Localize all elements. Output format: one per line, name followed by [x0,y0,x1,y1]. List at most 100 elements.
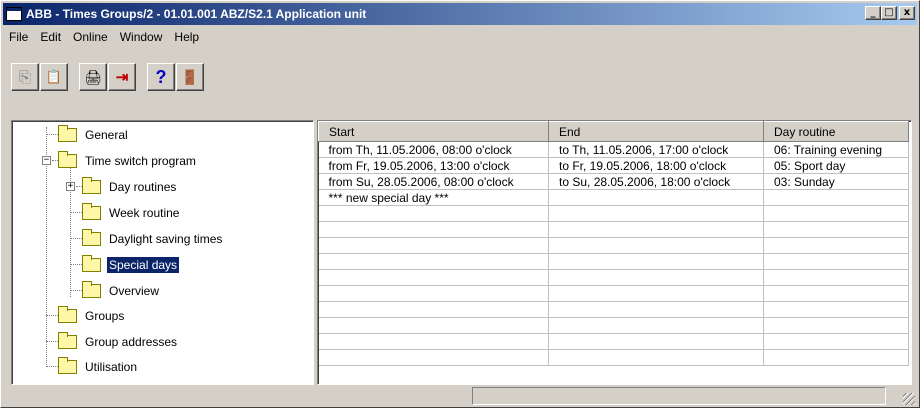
tree-item-label: General [85,128,128,142]
paste-button[interactable]: 📋 [40,63,68,91]
table-cell[interactable] [548,301,764,318]
title-bar[interactable]: ABB - Times Groups/2 - 01.01.001 ABZ/S2.… [3,3,917,25]
table-row[interactable] [318,333,909,350]
close-button[interactable]: x [899,6,915,20]
menu-help[interactable]: Help [168,30,205,44]
table-cell[interactable]: from Fr, 19.05.2006, 13:00 o'clock [318,157,549,174]
menu-online[interactable]: Online [67,30,114,44]
maximize-button[interactable]: □ [881,6,897,20]
table-row[interactable]: from Th, 11.05.2006, 08:00 o'clock to Th,… [318,141,909,158]
copy-icon: ⎘ [18,68,31,86]
table-cell[interactable] [763,301,909,318]
table-cell[interactable] [763,333,909,350]
table-row[interactable] [318,237,909,254]
column-header-end[interactable]: End [548,121,764,142]
table-cell[interactable]: 06: Training evening [763,141,909,158]
table-row[interactable] [318,317,909,334]
table-cell[interactable] [763,189,909,206]
table-cell[interactable] [763,205,909,222]
tree-line [70,290,82,291]
table-cell[interactable]: to Su, 28.05.2006, 18:00 o'clock [548,173,764,190]
table-cell[interactable] [318,317,549,334]
tree-item-group-addresses[interactable]: Group addresses [58,332,179,352]
table-cell[interactable] [548,317,764,334]
table-cell[interactable]: 03: Sunday [763,173,909,190]
table-cell[interactable]: *** new special day *** [318,189,549,206]
column-header-day-routine[interactable]: Day routine [763,121,909,142]
table-row[interactable]: from Fr, 19.05.2006, 13:00 o'clock to Fr,… [318,157,909,174]
print-button[interactable]: 🖨 [79,63,107,91]
table-cell[interactable] [763,237,909,254]
tree-item-general[interactable]: General [58,125,130,145]
table-cell[interactable] [763,221,909,238]
menu-file[interactable]: File [3,30,34,44]
table-cell[interactable] [548,333,764,350]
table-cell[interactable] [318,333,549,350]
status-pane [472,387,886,405]
table-cell[interactable] [548,285,764,302]
table-cell[interactable] [548,221,764,238]
table-cell[interactable] [548,349,764,366]
table-cell[interactable] [548,253,764,270]
table-cell[interactable] [763,285,909,302]
collapse-toggle[interactable]: − [42,156,51,165]
table-cell[interactable]: to Fr, 19.05.2006, 18:00 o'clock [548,157,764,174]
menu-edit[interactable]: Edit [34,30,67,44]
table-row[interactable] [318,349,909,366]
copy-button[interactable]: ⎘ [11,63,39,91]
table-cell[interactable]: to Th, 11.05.2006, 17:00 o'clock [548,141,764,158]
tree-item-day-routines[interactable]: Day routines [82,177,178,197]
table-cell[interactable] [763,253,909,270]
table-cell[interactable] [318,269,549,286]
column-header-start[interactable]: Start [318,121,549,142]
table-row[interactable]: *** new special day *** [318,189,909,206]
table-cell[interactable] [318,205,549,222]
table-cell[interactable]: from Su, 28.05.2006, 08:00 o'clock [318,173,549,190]
table-cell[interactable] [548,205,764,222]
tree-item-time-switch-program[interactable]: Time switch program [58,151,198,171]
table-cell[interactable] [318,285,549,302]
folder-icon [82,281,101,298]
tree-item-groups[interactable]: Groups [58,306,126,326]
table-row[interactable] [318,253,909,270]
table-cell[interactable] [318,237,549,254]
resize-grip-icon[interactable] [903,393,915,405]
window-title: ABB - Times Groups/2 - 01.01.001 ABZ/S2.… [26,7,367,21]
table-cell[interactable] [318,349,549,366]
navigation-tree[interactable]: − + General Time switch program Day rout… [11,120,314,385]
table-row[interactable] [318,269,909,286]
table-row[interactable]: from Su, 28.05.2006, 08:00 o'clock to Su,… [318,173,909,190]
table-cell[interactable] [548,189,764,206]
table-cell[interactable] [318,221,549,238]
table-cell[interactable] [763,349,909,366]
help-icon: ? [155,66,167,87]
table-cell[interactable] [318,253,549,270]
folder-icon [82,203,101,220]
download-button[interactable]: ⇥ [108,63,136,91]
tree-item-daylight-saving-times[interactable]: Daylight saving times [82,229,224,249]
exit-button[interactable]: 🚪 [176,63,204,91]
folder-icon [58,357,77,374]
table-cell[interactable] [548,237,764,254]
table-cell[interactable] [763,317,909,334]
table-cell[interactable]: 05: Sport day [763,157,909,174]
table-row[interactable] [318,221,909,238]
minimize-button[interactable]: _ [865,6,881,20]
table-row[interactable] [318,205,909,222]
tree-item-special-days[interactable]: Special days [82,255,181,275]
table-cell[interactable] [548,269,764,286]
tree-item-utilisation[interactable]: Utilisation [58,357,139,377]
table-row[interactable] [318,285,909,302]
table-cell[interactable] [318,301,549,318]
special-days-grid[interactable]: Start End Day routine from Th, 11.05.200… [317,120,912,385]
table-row[interactable] [318,301,909,318]
menu-window[interactable]: Window [114,30,169,44]
table-cell[interactable]: from Th, 11.05.2006, 08:00 o'clock [318,141,549,158]
app-icon [6,7,22,21]
expand-toggle[interactable]: + [66,182,75,191]
special-days-table: Start End Day routine from Th, 11.05.200… [318,121,909,366]
tree-item-week-routine[interactable]: Week routine [82,203,181,223]
tree-item-overview[interactable]: Overview [82,281,161,301]
table-cell[interactable] [763,269,909,286]
help-button[interactable]: ? [147,63,175,91]
